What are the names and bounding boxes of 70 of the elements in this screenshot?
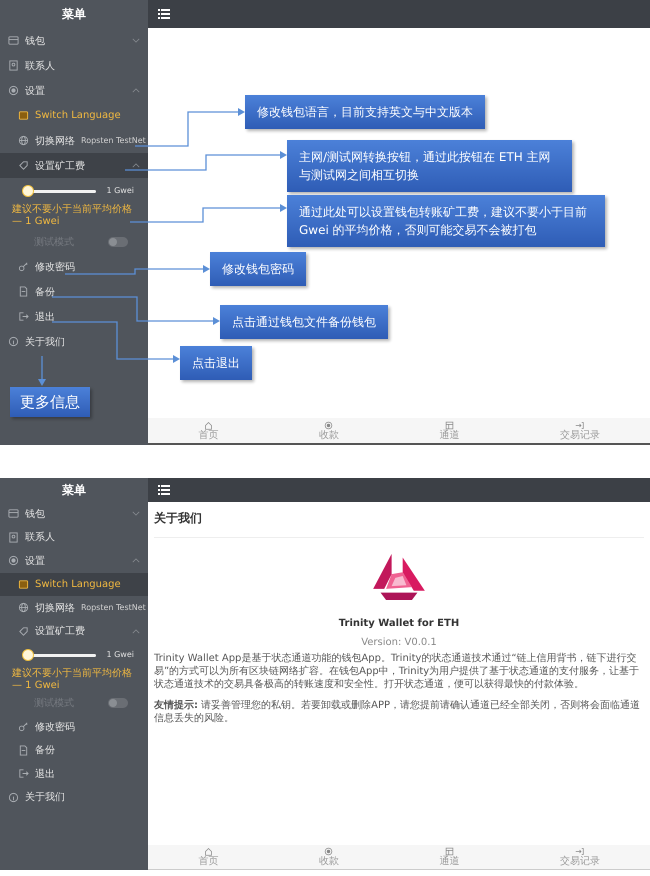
menu-item[interactable]: 修改密码 [0, 254, 148, 279]
callout-box: 通过此处可以设置钱包转账矿工费，建议不要小于目前 Gwei 的平均价格，否则可能交易不会被打包 [287, 195, 605, 247]
menu-icon[interactable] [158, 485, 170, 495]
menu-item[interactable]: 退出 [0, 304, 148, 329]
network-value: Ropsten TestNet [81, 603, 146, 612]
menu-item[interactable]: 联系人 [0, 53, 148, 78]
callout-box: 修改钱包语言，目前支持英文与中文版本 [245, 95, 485, 129]
menu-item[interactable]: 关于我们 [0, 329, 148, 354]
slider-reading: 1 Gwei [106, 650, 134, 660]
key-icon [18, 721, 29, 732]
exit-icon [575, 847, 584, 856]
exit-icon [18, 768, 29, 780]
menu-item[interactable]: 设置矿工费 [0, 620, 148, 643]
menu-title: 菜单 [61, 482, 87, 498]
menu-title: 菜单 [61, 6, 87, 22]
home-icon [204, 420, 213, 430]
menu-item[interactable]: 联系人 [0, 526, 148, 549]
menu-item[interactable]: 钱包 [0, 502, 148, 526]
menu-item[interactable]: 设置 [0, 78, 148, 103]
globe-icon [18, 602, 29, 614]
info-icon [8, 792, 19, 803]
contact-card-icon [8, 60, 19, 71]
fee-slider[interactable] [22, 184, 96, 196]
target-icon [324, 420, 334, 430]
exit-icon [18, 311, 29, 322]
callout-box: 更多信息 [10, 387, 90, 417]
menu-item[interactable]: 退出 [0, 762, 148, 786]
globe-icon [18, 135, 29, 146]
document-icon [18, 744, 29, 756]
tag-icon [18, 160, 29, 171]
menu-item[interactable]: 备份 [0, 738, 148, 762]
version-text: Version: V0.0.1 [361, 637, 437, 648]
table-icon [444, 420, 454, 430]
menu-item[interactable]: Switch Language [0, 103, 148, 128]
fee-slider[interactable] [22, 648, 96, 661]
menu-item[interactable]: 钱包 [0, 28, 148, 53]
menu-icon[interactable] [158, 9, 170, 19]
contact-card-icon [8, 532, 19, 543]
menu-item[interactable]: 修改密码 [0, 715, 148, 738]
info-icon [8, 336, 19, 347]
tag-icon [18, 626, 29, 637]
menu-item[interactable]: 切换网络 Ropsten TestNet [0, 128, 148, 153]
connector-arrow [38, 356, 46, 386]
page-title: 关于我们 [154, 510, 202, 527]
network-value: Ropsten TestNet [81, 136, 146, 145]
menu-item[interactable]: 备份 [0, 279, 148, 304]
fee-hint: 建议不要小于当前平均价格 — 1 Gwei [11, 203, 133, 229]
table-icon [444, 847, 454, 856]
paragraph: 友情提示: 请妥善管理您的私钥。若要卸载或删除APP，请您提前请确认通道已经全部关闭，否则将会面临通道信息丢失的风险。 [154, 699, 642, 725]
triangle-logo [371, 552, 427, 600]
wallet-icon [8, 35, 19, 46]
wallet-icon [8, 508, 19, 520]
menu-item[interactable]: Switch Language [0, 572, 148, 596]
callout-box: 主网/测试网转换按钮，通过此按钮在 ETH 主网与测试网之间相互切换 [287, 140, 572, 192]
menu-item[interactable]: 关于我们 [0, 786, 148, 809]
exit-icon [575, 420, 584, 430]
menu-item[interactable]: 设置 [0, 549, 148, 572]
menu-item[interactable]: 设置矿工费 [0, 153, 148, 178]
app-name: Trinity Wallet for ETH [338, 618, 460, 629]
document-icon [18, 286, 29, 297]
menu-item[interactable]: 切换网络 Ropsten TestNet [0, 596, 148, 620]
slider-reading: 1 Gwei [106, 186, 134, 195]
home-icon [204, 847, 213, 856]
callout-box: 点击通过钱包文件备份钱包 [220, 305, 388, 339]
paragraph: Trinity Wallet App是基于状态通道功能的钱包App。Trinity的状态通道技术通过“链上信用背书，链下进行交易”的方式可以为所有区块链网络扩容。在钱包App中，Trinity为用户提供了基于状态通道的支付服务，让基于状态通道技术的交易具备极高的转账速度和安全性。打开状态通道，便可以获得最快的付款体验。 [154, 652, 640, 691]
key-icon [18, 261, 29, 272]
target-icon [324, 847, 334, 856]
fee-hint: 建议不要小于当前平均价格 — 1 Gwei [11, 666, 133, 692]
callout-box: 点击退出 [180, 346, 252, 380]
callout-box: 修改钱包密码 [210, 252, 306, 286]
